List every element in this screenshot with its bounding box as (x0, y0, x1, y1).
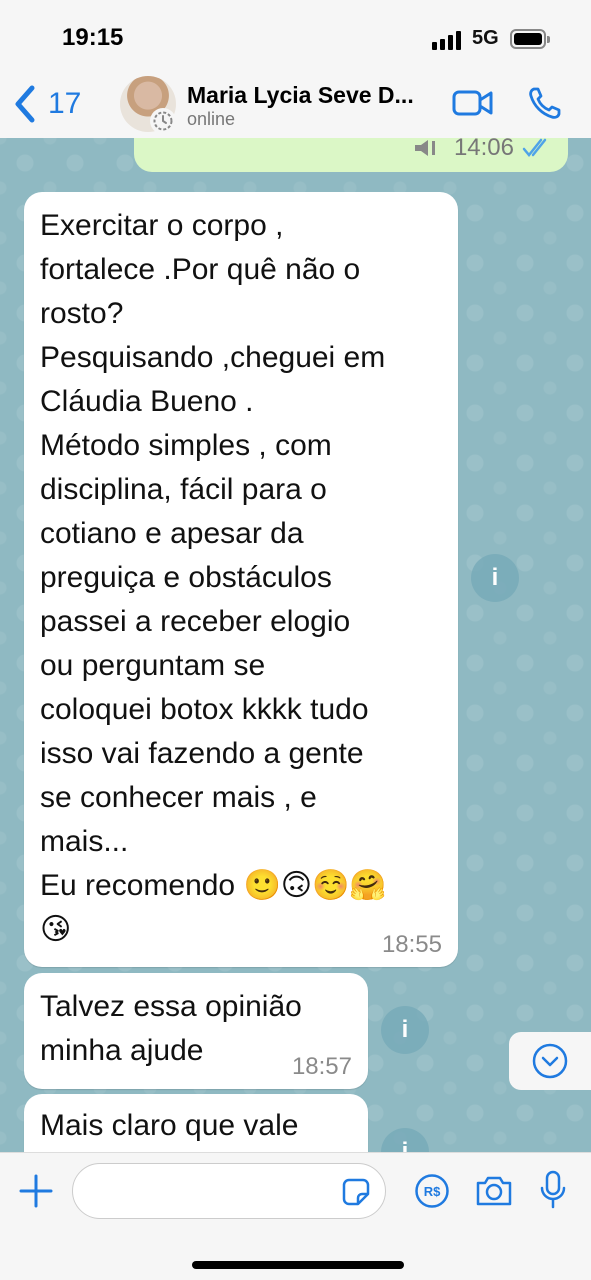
video-camera-icon (452, 90, 493, 116)
sticker-button[interactable] (341, 1177, 371, 1207)
plus-icon (19, 1174, 53, 1208)
chat-header: 17 Maria Lycia Seve D... online (0, 76, 591, 138)
chevron-down-icon (532, 1043, 568, 1079)
network-type: 5G (472, 27, 499, 49)
info-icon: i (401, 1138, 409, 1152)
message-time: 18:57 (291, 1053, 352, 1080)
microphone-icon (540, 1170, 566, 1209)
outgoing-message[interactable]: 14:06 (134, 138, 568, 172)
scroll-to-bottom-button[interactable] (509, 1032, 591, 1090)
contact-name[interactable]: Maria Lycia Seve D... (187, 82, 439, 109)
status-bar: 19:15 5G (0, 0, 591, 76)
signal-strength-icon (432, 30, 464, 50)
info-icon: i (491, 564, 499, 591)
chat-area[interactable]: 14:06 Exercitar o corpo , fortalece .Por… (0, 138, 591, 1152)
home-indicator[interactable] (192, 1261, 404, 1269)
payment-button[interactable]: R$ (414, 1173, 450, 1209)
message-text: Mais claro que vale (40, 1109, 299, 1142)
message-meta: 14:06 (412, 138, 552, 162)
incoming-message[interactable]: Talvez essa opinião minha ajude 18:57 (24, 973, 368, 1089)
message-info-button[interactable]: i (381, 1128, 429, 1152)
voice-call-button[interactable] (528, 86, 562, 120)
message-input-bar: R$ (0, 1152, 591, 1280)
svg-text:R$: R$ (424, 1184, 441, 1199)
phone-icon (529, 87, 561, 119)
message-input[interactable] (72, 1163, 386, 1219)
back-button[interactable]: 17 (12, 82, 81, 126)
message-time: 14:06 (453, 138, 514, 161)
battery-icon (510, 29, 550, 49)
chevron-left-icon (15, 85, 35, 123)
audio-indicator-icon (414, 140, 435, 156)
attach-button[interactable] (18, 1173, 54, 1209)
voice-message-button[interactable] (538, 1169, 568, 1211)
video-call-button[interactable] (452, 88, 494, 118)
info-icon: i (401, 1016, 409, 1043)
sticker-icon (342, 1178, 370, 1206)
camera-button[interactable] (474, 1173, 514, 1209)
incoming-message[interactable]: Mais claro que vale (24, 1094, 368, 1152)
status-time: 19:15 (62, 24, 124, 51)
camera-icon (476, 1176, 512, 1206)
unread-count: 17 (48, 87, 82, 120)
payment-rs-icon: R$ (415, 1174, 449, 1208)
incoming-message[interactable]: Exercitar o corpo , fortalece .Por quê n… (24, 192, 458, 967)
message-time: 18:55 (381, 931, 442, 958)
status-ring-icon (150, 108, 176, 134)
contact-status: online (187, 109, 236, 129)
message-info-button[interactable]: i (471, 554, 519, 602)
message-info-button[interactable]: i (381, 1006, 429, 1054)
message-text: Exercitar o corpo , fortalece .Por quê n… (40, 209, 387, 946)
read-receipt-icon (522, 138, 547, 157)
